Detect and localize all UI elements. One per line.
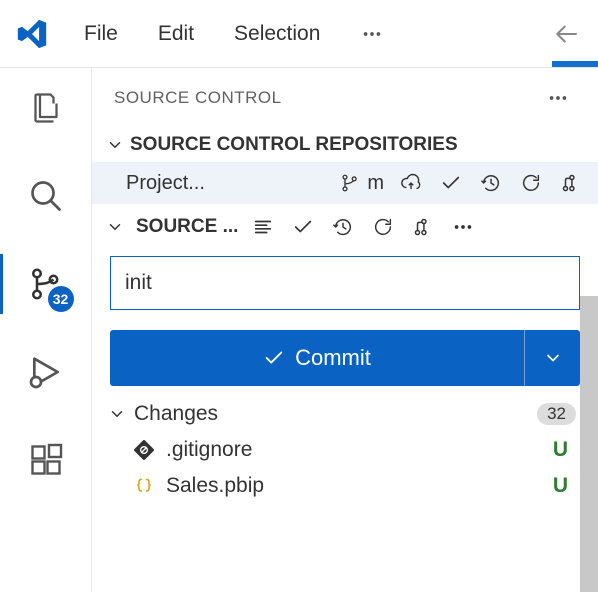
scm-section-header[interactable]: SOURCE ...: [92, 204, 598, 250]
activity-bar: 32: [0, 68, 92, 592]
history-icon[interactable]: [478, 170, 504, 196]
sync-cloud-icon[interactable]: [398, 170, 424, 196]
commit-message-input[interactable]: [110, 256, 580, 310]
commit-area: Commit: [92, 250, 598, 386]
run-debug-icon[interactable]: [26, 352, 66, 392]
commit-button-label: Commit: [295, 345, 371, 371]
sidebar-title: SOURCE CONTROL: [92, 68, 598, 128]
main: 32 SOURCE CONTROL SOURCE CONTROL REPOSIT…: [0, 68, 598, 592]
braces-file-icon: [132, 476, 156, 496]
menu-overflow-icon[interactable]: [354, 16, 390, 52]
refresh-icon[interactable]: [370, 214, 396, 240]
explorer-icon[interactable]: [26, 88, 66, 128]
gitignore-file-icon: [132, 440, 156, 460]
file-row[interactable]: .gitignore U: [92, 432, 598, 468]
repos-section-header[interactable]: SOURCE CONTROL REPOSITORIES: [92, 128, 598, 162]
git-branch-icon[interactable]: [337, 170, 363, 196]
scm-section-label: SOURCE ...: [136, 216, 238, 238]
file-status: U: [553, 438, 568, 462]
changes-count: 32: [537, 403, 576, 425]
menubar: File Edit Selection: [0, 0, 598, 68]
source-control-icon[interactable]: 32: [26, 264, 66, 304]
chevron-down-icon: [106, 136, 124, 154]
menu-file[interactable]: File: [68, 16, 134, 52]
check-icon[interactable]: [438, 170, 464, 196]
view-tree-icon[interactable]: [250, 214, 276, 240]
chevron-down-icon: [108, 405, 126, 423]
file-row[interactable]: Sales.pbip U: [92, 468, 598, 504]
refresh-icon[interactable]: [518, 170, 544, 196]
branch-label: m: [367, 172, 384, 195]
extensions-icon[interactable]: [26, 440, 66, 480]
file-name: .gitignore: [166, 438, 252, 462]
repos-section-label: SOURCE CONTROL REPOSITORIES: [130, 134, 458, 156]
sidebar-title-text: SOURCE CONTROL: [114, 88, 540, 108]
sidebar-more-icon[interactable]: [540, 80, 576, 116]
commit-button[interactable]: Commit: [110, 330, 524, 386]
accent-indicator: [552, 61, 598, 67]
file-name: Sales.pbip: [166, 474, 264, 498]
scrollbar[interactable]: [580, 296, 598, 592]
file-status: U: [553, 474, 568, 498]
history-icon[interactable]: [330, 214, 356, 240]
source-control-sidebar: SOURCE CONTROL SOURCE CONTROL REPOSITORI…: [92, 68, 598, 592]
nav-back-icon[interactable]: [546, 19, 586, 49]
graph-icon[interactable]: [558, 170, 584, 196]
graph-icon[interactable]: [410, 214, 436, 240]
chevron-down-icon: [106, 218, 124, 236]
scm-more-icon[interactable]: [450, 214, 476, 240]
scm-badge: 32: [48, 286, 74, 312]
changes-label: Changes: [134, 402, 218, 426]
changes-header[interactable]: Changes 32: [92, 386, 598, 432]
vscode-logo-icon: [4, 17, 60, 51]
repo-name: Project...: [126, 172, 323, 195]
search-icon[interactable]: [26, 176, 66, 216]
commit-dropdown-button[interactable]: [524, 330, 580, 386]
menu-edit[interactable]: Edit: [142, 16, 210, 52]
repo-row[interactable]: Project... m: [92, 162, 598, 204]
menu-selection[interactable]: Selection: [218, 16, 336, 52]
check-icon[interactable]: [290, 214, 316, 240]
